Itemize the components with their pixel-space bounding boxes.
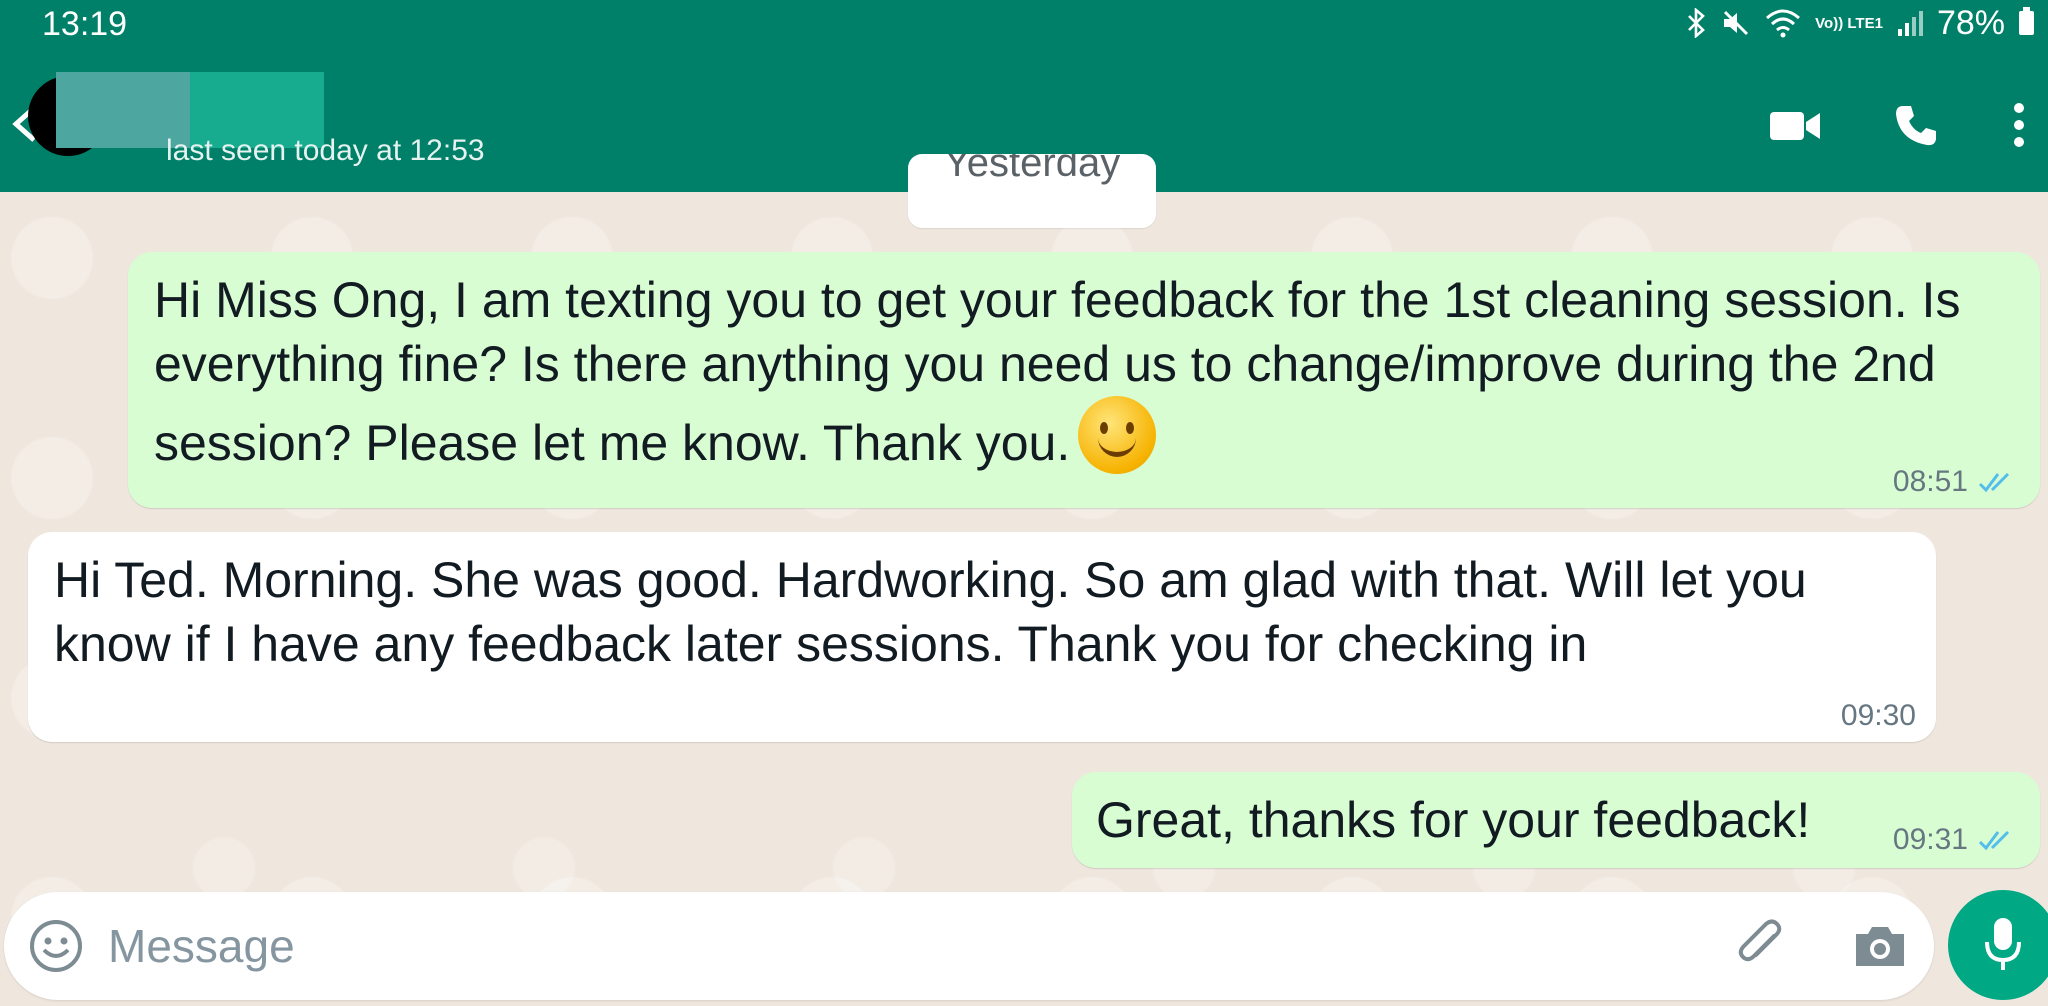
status-time: 13:19 — [42, 5, 128, 43]
mic-icon — [1985, 918, 2021, 970]
bluetooth-icon — [1688, 8, 1706, 38]
compose-bar — [4, 892, 1934, 1000]
message-input[interactable] — [108, 914, 1708, 978]
message-time: 09:31 — [1892, 823, 1968, 856]
message-time: 09:30 — [1840, 699, 1916, 732]
message-bubble-incoming[interactable]: Hi Ted. Morning. She was good. Hardworki… — [28, 532, 1936, 742]
network-type: Vo)) LTE1 — [1815, 14, 1883, 32]
video-call-icon[interactable] — [1770, 108, 1822, 144]
camera-icon[interactable] — [1850, 916, 1910, 976]
message-bubble-outgoing[interactable]: Great, thanks for your feedback! 09:31 — [1072, 772, 2040, 868]
date-separator: Yesterday — [908, 154, 1156, 228]
battery-icon — [2019, 7, 2034, 35]
read-ticks-icon — [1978, 830, 2010, 851]
wifi-icon — [1766, 9, 1801, 38]
mic-button[interactable] — [1948, 890, 2048, 1000]
message-meta: 09:30 — [1841, 698, 1916, 734]
smiling-face-emoji-icon — [1078, 396, 1157, 474]
attach-icon[interactable] — [1730, 914, 1792, 976]
message-text: Hi Miss Ong, I am texting you to get you… — [154, 268, 2034, 475]
phone-icon[interactable] — [1893, 102, 1939, 148]
last-seen-text: last seen today at 12:53 — [166, 134, 485, 167]
read-ticks-icon — [1978, 472, 2010, 493]
mute-icon — [1724, 10, 1749, 36]
signal-icon — [1897, 11, 1923, 36]
message-text: Hi Ted. Morning. She was good. Hardworki… — [54, 552, 1807, 672]
message-text: Great, thanks for your feedback! — [1096, 792, 1811, 848]
more-options-icon[interactable] — [2006, 100, 2032, 150]
message-meta: 08:51 — [1893, 464, 2016, 500]
message-time: 08:51 — [1892, 465, 1968, 498]
status-icons: Vo)) LTE1 78% — [1685, 2, 2034, 44]
emoji-icon[interactable] — [26, 916, 86, 976]
battery-percent: 78% — [1936, 3, 2005, 42]
message-meta: 09:31 — [1893, 822, 2016, 858]
message-bubble-outgoing[interactable]: Hi Miss Ong, I am texting you to get you… — [128, 252, 2040, 508]
